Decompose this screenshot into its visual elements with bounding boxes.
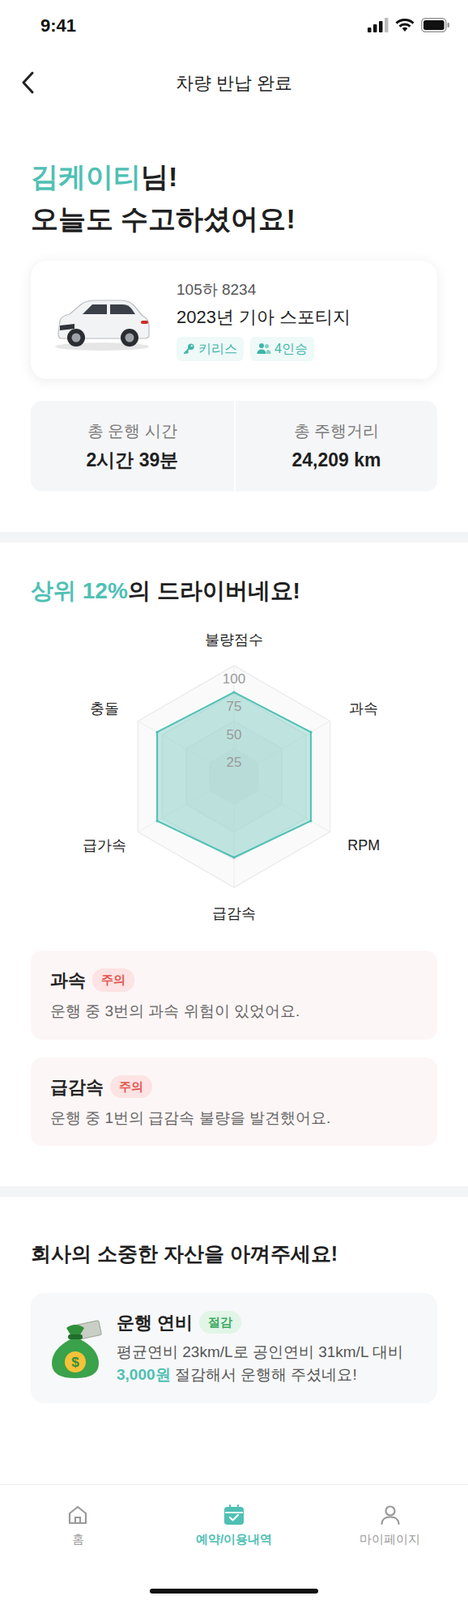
page-title: 차량 반납 완료	[56, 69, 412, 97]
savings-message: 평균연비 23km/L로 공인연비 31km/L 대비 3,000원 절감해서 …	[116, 1340, 404, 1387]
axis-label: 과속	[348, 700, 379, 717]
stat-cell: 총 운행 시간 2시간 39분	[30, 400, 234, 493]
grid-ring	[137, 665, 330, 888]
back-chevron-icon[interactable]	[19, 70, 38, 95]
savings-info: 운행 연비 절감 평균연비 23km/L로 공인연비 31km/L 대비 3,0…	[116, 1309, 404, 1387]
ranking-highlight: 상위 12%	[30, 578, 128, 604]
data-point	[232, 690, 235, 694]
ranking-title: 상위 12%의 드라이버네요!	[30, 574, 438, 608]
content: 김케이티님! 오늘도 수고하셨어요! 105하 8234 2023년 기아 스포…	[0, 114, 468, 1485]
tick-label: 50	[226, 727, 243, 743]
axis-label: 급가속	[82, 837, 127, 854]
suv-car-icon	[50, 286, 154, 354]
car-card: 105하 8234 2023년 기아 스포티지 키리스 4인승	[30, 260, 438, 379]
axis-label: 충돌	[89, 700, 120, 717]
axis-label: 불량점수	[204, 631, 264, 648]
stat-label: 총 운행 시간	[37, 418, 228, 443]
key-icon	[182, 342, 196, 355]
data-point	[309, 731, 312, 734]
money-bag-icon: $	[48, 1316, 103, 1380]
stat-label: 총 주행거리	[242, 418, 431, 443]
data-point	[155, 731, 158, 734]
tick-label: 75	[226, 698, 243, 715]
nav-label[interactable]: 홈	[72, 1530, 85, 1549]
car-model: 2023년 기아 스포티지	[176, 303, 351, 331]
trip-stats: 총 운행 시간 2시간 39분 총 주행거리 24,209 km	[30, 400, 438, 493]
car-plate: 105하 8234	[176, 278, 351, 303]
clock: 9:41	[40, 12, 77, 39]
alert-message: 운행 중 3번의 과속 위험이 있었어요.	[50, 999, 418, 1024]
nav-label[interactable]: 예약/이용내역	[195, 1530, 273, 1549]
section-divider	[0, 1186, 468, 1197]
tag-label: 4인승	[274, 339, 308, 359]
back-button[interactable]	[0, 70, 57, 95]
tick-label: 100	[222, 671, 246, 687]
greeting-line: 오늘도 수고하셨어요!	[30, 197, 438, 240]
series-area	[157, 692, 311, 858]
status-icons	[367, 17, 451, 33]
status-bar: 9:41	[0, 0, 468, 51]
alert-title: 과속	[50, 966, 86, 994]
savings-line: 평균연비 23km/L로 공인연비 31km/L 대비	[116, 1340, 404, 1365]
car-tag: 4인승	[250, 336, 315, 362]
nav-tab[interactable]: 홈	[0, 1502, 157, 1549]
ranking-rest: 의 드라이버네요!	[127, 578, 301, 604]
alert-badge: 주의	[92, 968, 135, 992]
tick-label: 25	[226, 754, 243, 771]
savings-badge: 절감	[199, 1310, 242, 1335]
data-point	[232, 855, 235, 859]
axis-label: RPM	[347, 837, 380, 854]
radar-chart: 100 75 50 25 불량점수과속 RPM 급감속 급가속 충돌	[0, 618, 468, 935]
home-icon[interactable]	[65, 1502, 90, 1528]
greeting-suffix: 님!	[140, 161, 178, 192]
car-tag: 키리스	[176, 336, 244, 362]
savings-label: 운행 연비	[116, 1309, 193, 1336]
svg-text:$: $	[71, 1354, 80, 1370]
alert-message: 운행 중 1번의 급감속 불량을 발견했어요.	[50, 1106, 418, 1131]
alert-list: 과속주의운행 중 3번의 과속 위험이 있었어요.급감속주의운행 중 1번의 급…	[30, 950, 438, 1146]
savings-heading: 회사의 소중한 자산을 아껴주세요!	[30, 1238, 438, 1270]
savings-amount: 3,000원	[116, 1365, 171, 1383]
alert-title: 급감속	[50, 1073, 104, 1101]
data-point	[309, 819, 312, 822]
wifi-icon	[395, 17, 415, 33]
bottom-nav: 홈 예약/이용내역 마이페이지	[0, 1484, 468, 1600]
nav-tab[interactable]: 예약/이용내역	[156, 1502, 313, 1549]
battery-icon	[421, 17, 451, 33]
person-icon[interactable]	[378, 1502, 403, 1528]
car-tags: 키리스 4인승	[176, 336, 351, 362]
data-point	[155, 819, 158, 822]
calendar-icon[interactable]	[221, 1502, 247, 1528]
alert-card: 과속주의운행 중 3번의 과속 위험이 있었어요.	[30, 950, 438, 1040]
savings-line: 절감해서 운행해 주셨네요!	[170, 1365, 358, 1383]
stat-cell: 총 주행거리 24,209 km	[234, 400, 438, 493]
stat-value: 2시간 39분	[37, 446, 228, 475]
app-screen: 9:41 차량 반납 완료 김케이티님! 오늘도 수고하셨어요!	[0, 0, 468, 1600]
savings-card: $ 운행 연비 절감 평균연비 23km/L로 공인연비 31km/L 대비 3…	[30, 1293, 438, 1404]
header: 차량 반납 완료	[0, 50, 468, 115]
greeting: 김케이티님! 오늘도 수고하셨어요!	[30, 155, 438, 240]
signal-icon	[367, 17, 389, 33]
alert-card: 급감속주의운행 중 1번의 급감속 불량을 발견했어요.	[30, 1057, 438, 1147]
alert-badge: 주의	[110, 1075, 153, 1099]
people-icon	[256, 342, 272, 355]
stat-value: 24,209 km	[242, 446, 431, 475]
car-info: 105하 8234 2023년 기아 스포티지 키리스 4인승	[176, 278, 351, 362]
tag-label: 키리스	[198, 339, 238, 359]
home-indicator	[149, 1588, 319, 1594]
user-name: 김케이티	[30, 161, 141, 192]
section-divider	[0, 531, 468, 543]
nav-tab[interactable]: 마이페이지	[311, 1502, 468, 1549]
nav-label[interactable]: 마이페이지	[359, 1530, 421, 1549]
axis-label: 급감속	[212, 905, 256, 922]
